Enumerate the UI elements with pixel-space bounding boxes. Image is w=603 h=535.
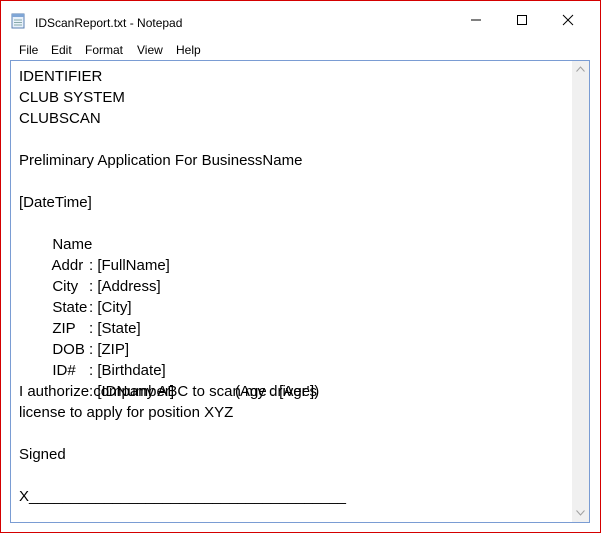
header-line: IDENTIFIER (19, 68, 103, 85)
text-editor[interactable]: IDENTIFIER CLUB SYSTEM CLUBSCAN Prelimin… (10, 60, 590, 523)
scroll-down-button[interactable] (572, 505, 589, 522)
menu-view[interactable]: View (135, 43, 165, 57)
menu-bar: File Edit Format View Help (1, 39, 600, 59)
field-row-name: Name : [FullName] (19, 213, 564, 274)
field-age: (Age : [Age]) (235, 383, 320, 400)
window-title: IDScanReport.txt - Notepad (35, 16, 183, 30)
title-bar[interactable]: IDScanReport.txt - Notepad (1, 1, 600, 39)
field-value: : [Birthdate] (89, 362, 166, 379)
close-icon (562, 14, 574, 26)
maximize-button[interactable] (499, 1, 545, 39)
header-line: CLUBSCAN (19, 110, 101, 127)
field-row-addr: Addr : [Address] (19, 234, 564, 295)
datetime-line: [DateTime] (19, 194, 92, 211)
notepad-window: IDScanReport.txt - Notepad File Edit For… (0, 0, 601, 533)
vertical-scrollbar[interactable] (572, 61, 589, 522)
menu-file[interactable]: File (17, 43, 40, 57)
scroll-up-arrow-icon (576, 66, 585, 72)
menu-help[interactable]: Help (174, 43, 203, 57)
maximize-icon (517, 15, 527, 25)
field-row-state: State : [State] (19, 276, 564, 337)
application-title: Preliminary Application For BusinessName (19, 152, 303, 169)
field-row-id: ID# : [IDNumber] (19, 339, 564, 400)
notepad-icon (11, 13, 25, 29)
field-label: ID# (52, 362, 76, 379)
field-row-dob: DOB : [Birthdate] (Age : [Age]) (19, 318, 564, 400)
minimize-button[interactable] (453, 1, 499, 39)
signed-label: Signed (19, 446, 66, 463)
signature-line: X______________________________________ (19, 488, 347, 505)
minimize-icon (471, 19, 481, 21)
document-text[interactable]: IDENTIFIER CLUB SYSTEM CLUBSCAN Prelimin… (19, 66, 564, 516)
field-row-city: City : [City] (19, 255, 564, 316)
close-button[interactable] (545, 1, 591, 39)
menu-format[interactable]: Format (83, 43, 125, 57)
scroll-down-arrow-icon (576, 510, 585, 516)
authorization-line: license to apply for position XYZ (19, 404, 234, 421)
header-line: CLUB SYSTEM (19, 89, 125, 106)
menu-edit[interactable]: Edit (49, 43, 74, 57)
field-row-zip: ZIP : [ZIP] (19, 297, 564, 358)
scroll-up-button[interactable] (572, 61, 589, 78)
field-value: : [IDNumber] (89, 383, 175, 400)
